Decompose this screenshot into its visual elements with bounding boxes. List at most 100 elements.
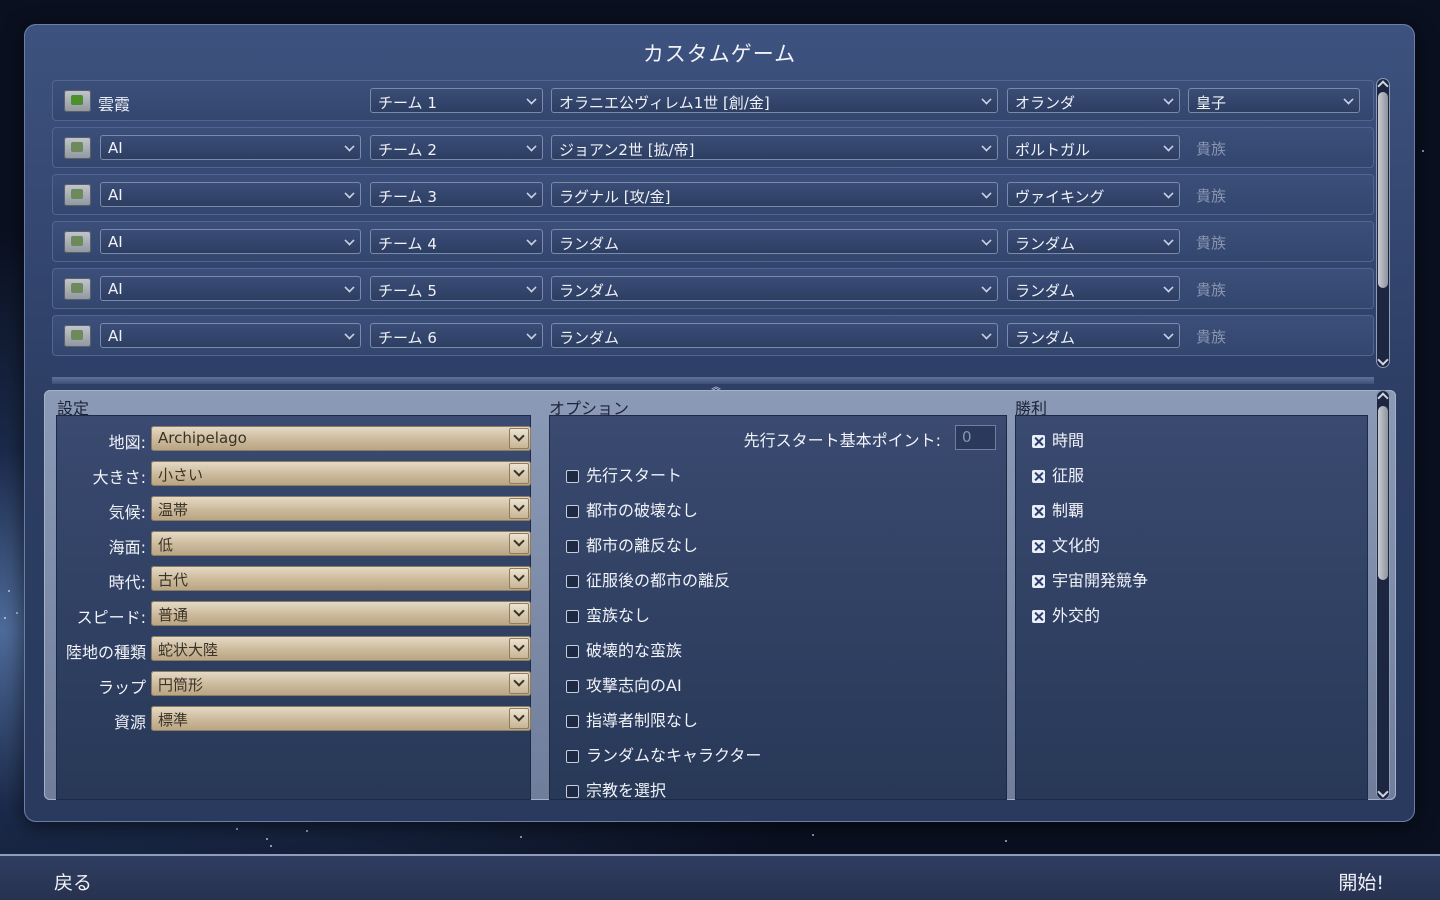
civ-select[interactable]: ポルトガル bbox=[1007, 135, 1180, 160]
leader-select[interactable]: ジョアン2世 [拡/帝] bbox=[551, 135, 998, 160]
player-slot-select[interactable]: AI bbox=[100, 182, 361, 207]
chevron-down-icon[interactable] bbox=[509, 428, 529, 449]
chevron-down-icon[interactable] bbox=[509, 708, 529, 729]
difficulty-select[interactable]: 皇子 bbox=[1188, 88, 1360, 113]
victory-checkbox[interactable]: 外交的 bbox=[1032, 602, 1100, 626]
player-slot-select[interactable]: AI bbox=[100, 229, 361, 254]
option-checkbox[interactable]: 征服後の都市の離反 bbox=[566, 567, 730, 591]
player-slot-select[interactable]: AI bbox=[100, 135, 361, 160]
checkbox-icon[interactable] bbox=[566, 610, 579, 623]
team-select[interactable]: チーム 5 bbox=[370, 276, 543, 301]
leader-select[interactable]: ランダム bbox=[551, 276, 998, 301]
option-checkbox[interactable]: 攻撃志向のAI bbox=[566, 672, 682, 696]
checkbox-icon[interactable] bbox=[566, 540, 579, 553]
team-select[interactable]: チーム 1 bbox=[370, 88, 543, 113]
checkbox-icon[interactable] bbox=[566, 680, 579, 693]
option-label: 征服後の都市の離反 bbox=[586, 571, 731, 590]
checkbox-icon[interactable] bbox=[566, 470, 579, 483]
team-select[interactable]: チーム 6 bbox=[370, 323, 543, 348]
team-select[interactable]: チーム 3 bbox=[370, 182, 543, 207]
setting-select[interactable]: 円筒形 bbox=[151, 671, 531, 696]
scroll-up-icon[interactable] bbox=[1377, 80, 1389, 92]
player-type-icon[interactable] bbox=[64, 184, 91, 206]
option-checkbox[interactable]: 都市の破壊なし bbox=[566, 497, 698, 521]
leader-select[interactable]: オラニエ公ヴィレム1世 [創/金] bbox=[551, 88, 998, 113]
chevron-down-icon bbox=[981, 141, 992, 152]
civ-value: ポルトガル bbox=[1015, 141, 1091, 159]
player-type-icon[interactable] bbox=[64, 90, 91, 112]
start-button[interactable]: 開始! bbox=[1338, 868, 1384, 895]
chevron-down-icon[interactable] bbox=[509, 498, 529, 519]
checkbox-icon[interactable] bbox=[1032, 575, 1045, 588]
setting-select[interactable]: 蛇状大陸 bbox=[151, 636, 531, 661]
setting-select[interactable]: 低 bbox=[151, 531, 531, 556]
checkbox-icon[interactable] bbox=[1032, 435, 1045, 448]
checkbox-icon[interactable] bbox=[566, 645, 579, 658]
scroll-thumb[interactable] bbox=[1378, 92, 1388, 288]
back-button[interactable]: 戻る bbox=[54, 868, 92, 895]
option-checkbox[interactable]: 先行スタート bbox=[566, 462, 682, 486]
head-start-points-input[interactable]: 0 bbox=[955, 425, 996, 450]
civ-select[interactable]: オランダ bbox=[1007, 88, 1180, 113]
setting-select[interactable]: 普通 bbox=[151, 601, 531, 626]
checkbox-icon[interactable] bbox=[566, 715, 579, 728]
chevron-down-icon bbox=[1163, 188, 1174, 199]
scroll-down-icon[interactable] bbox=[1377, 786, 1389, 798]
leader-select[interactable]: ラグナル [攻/金] bbox=[551, 182, 998, 207]
player-type-icon[interactable] bbox=[64, 325, 91, 347]
civ-select[interactable]: ランダム bbox=[1007, 276, 1180, 301]
checkbox-icon[interactable] bbox=[1032, 470, 1045, 483]
setting-select[interactable]: 小さい bbox=[151, 461, 531, 486]
player-type-icon[interactable] bbox=[64, 278, 91, 300]
chevron-down-icon[interactable] bbox=[509, 463, 529, 484]
leader-select[interactable]: ランダム bbox=[551, 323, 998, 348]
option-checkbox[interactable]: ランダムなキャラクター bbox=[566, 742, 761, 766]
difficulty-value: 貴族 bbox=[1196, 187, 1227, 205]
setting-select[interactable]: 温帯 bbox=[151, 496, 531, 521]
option-checkbox[interactable]: 指導者制限なし bbox=[566, 707, 698, 731]
checkbox-icon[interactable] bbox=[1032, 610, 1045, 623]
chevron-down-icon[interactable] bbox=[509, 638, 529, 659]
scroll-up-icon[interactable] bbox=[1377, 392, 1389, 404]
settings-scrollbar[interactable] bbox=[1376, 390, 1390, 800]
civ-select[interactable]: ランダム bbox=[1007, 323, 1180, 348]
checkbox-icon[interactable] bbox=[566, 505, 579, 518]
option-checkbox[interactable]: 宗教を選択 bbox=[566, 777, 666, 801]
team-value: チーム 4 bbox=[378, 235, 437, 253]
setting-select[interactable]: 古代 bbox=[151, 566, 531, 591]
checkbox-icon[interactable] bbox=[566, 785, 579, 798]
civ-select[interactable]: ランダム bbox=[1007, 229, 1180, 254]
setting-select[interactable]: 標準 bbox=[151, 706, 531, 731]
chevron-down-icon[interactable] bbox=[509, 603, 529, 624]
leader-select[interactable]: ランダム bbox=[551, 229, 998, 254]
player-slot-select[interactable]: AI bbox=[100, 323, 361, 348]
setting-select[interactable]: Archipelago bbox=[151, 426, 531, 451]
victory-checkbox[interactable]: 制覇 bbox=[1032, 497, 1084, 521]
victory-checkbox[interactable]: 時間 bbox=[1032, 427, 1084, 451]
victory-checkbox[interactable]: 文化的 bbox=[1032, 532, 1100, 556]
player-slot-select[interactable]: AI bbox=[100, 276, 361, 301]
checkbox-icon[interactable] bbox=[566, 750, 579, 763]
player-row: AI チーム 4 ランダム ランダム 貴族 bbox=[52, 221, 1374, 262]
player-type-icon[interactable] bbox=[64, 231, 91, 253]
chevron-down-icon[interactable] bbox=[509, 673, 529, 694]
player-type-icon[interactable] bbox=[64, 137, 91, 159]
checkbox-icon[interactable] bbox=[1032, 540, 1045, 553]
chevron-down-icon bbox=[344, 282, 355, 293]
scroll-thumb[interactable] bbox=[1378, 406, 1388, 580]
team-select[interactable]: チーム 4 bbox=[370, 229, 543, 254]
chevron-down-icon[interactable] bbox=[509, 568, 529, 589]
team-value: チーム 1 bbox=[378, 94, 437, 112]
checkbox-icon[interactable] bbox=[566, 575, 579, 588]
option-checkbox[interactable]: 破壊的な蛮族 bbox=[566, 637, 682, 661]
civ-select[interactable]: ヴァイキング bbox=[1007, 182, 1180, 207]
victory-checkbox[interactable]: 征服 bbox=[1032, 462, 1084, 486]
option-checkbox[interactable]: 蛮族なし bbox=[566, 602, 650, 626]
checkbox-icon[interactable] bbox=[1032, 505, 1045, 518]
team-select[interactable]: チーム 2 bbox=[370, 135, 543, 160]
player-list-scrollbar[interactable] bbox=[1376, 78, 1390, 368]
victory-checkbox[interactable]: 宇宙開発競争 bbox=[1032, 567, 1148, 591]
option-checkbox[interactable]: 都市の離反なし bbox=[566, 532, 698, 556]
chevron-down-icon[interactable] bbox=[509, 533, 529, 554]
scroll-down-icon[interactable] bbox=[1377, 354, 1389, 366]
